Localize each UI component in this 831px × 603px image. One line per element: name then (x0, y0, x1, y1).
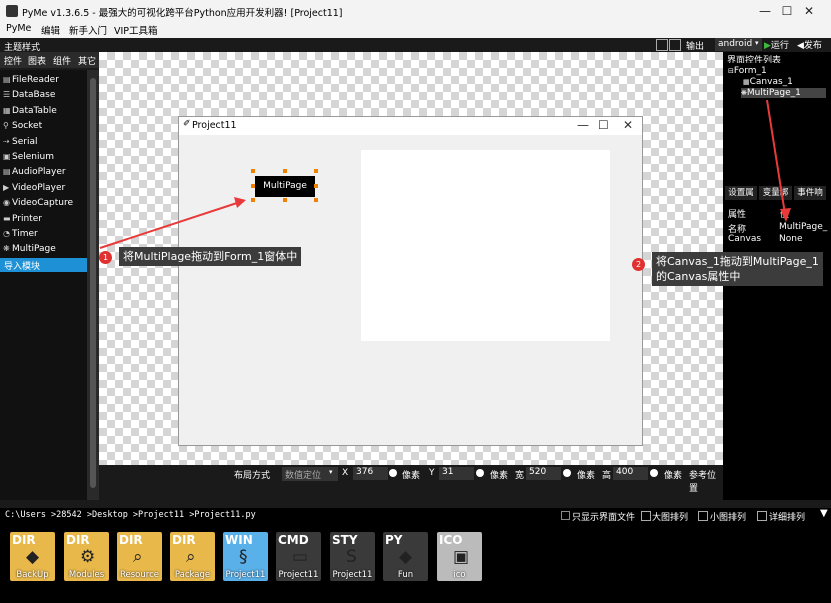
file-name: Fun (397, 570, 414, 580)
file-name: Project11 (225, 570, 266, 580)
collapse-icon[interactable]: ▼ (820, 508, 828, 519)
file-type-tag: DIR (172, 533, 196, 547)
annotation-number: 1 (99, 251, 112, 264)
file-icon: ⚙ (80, 547, 96, 567)
file-icon: ◆ (26, 547, 40, 567)
file-name: Modules (68, 570, 105, 580)
file-type-tag: STY (332, 533, 358, 547)
file-icon: ◆ (399, 547, 413, 567)
file-item[interactable]: STY S Project11 (330, 532, 375, 581)
file-item[interactable]: DIR ◆ BackUp (10, 532, 55, 581)
annotation-line: 的Canvas属性中 (656, 270, 741, 283)
path-bar: C:\Users >28542 >Desktop >Project11 >Pro… (0, 508, 831, 523)
small-view-icon[interactable] (698, 511, 708, 521)
file-item[interactable]: DIR ⚙ Modules (64, 532, 109, 581)
file-icon: ⌕ (133, 547, 143, 567)
file-type-tag: PY (385, 533, 403, 547)
file-name: Package (174, 570, 211, 580)
file-type-tag: DIR (66, 533, 90, 547)
file-item[interactable]: PY ◆ Fun (383, 532, 428, 581)
annotation-number: 2 (632, 258, 645, 271)
file-icon: ▭ (292, 547, 309, 567)
file-item[interactable]: WIN § Project11 (223, 532, 268, 581)
file-name: Project11 (332, 570, 373, 580)
file-type-tag: ICO (439, 533, 463, 547)
file-name: Resource (120, 570, 159, 580)
file-icon: ▣ (453, 547, 470, 567)
file-type-tag: WIN (225, 533, 253, 547)
file-name: BackUp (16, 570, 49, 580)
file-type-tag: DIR (119, 533, 143, 547)
file-name: ico (453, 570, 466, 580)
file-icon: S (346, 547, 357, 567)
detail-view-icon[interactable] (757, 511, 767, 521)
annotation-tip: 将MultiPlage拖动到Form_1窗体中 (119, 247, 302, 266)
large-view-icon[interactable] (641, 511, 651, 521)
only-ui-checkbox[interactable] (561, 511, 570, 520)
file-item[interactable]: DIR ⌕ Resource (117, 532, 162, 581)
file-type-tag: DIR (12, 533, 36, 547)
file-item[interactable]: ICO ▣ ico (437, 532, 482, 581)
annotation-tip: 将Canvas_1拖动到MultiPage_1 的Canvas属性中 (652, 252, 823, 286)
file-icon: ⌕ (186, 547, 196, 567)
file-icon: § (239, 547, 248, 567)
file-name: Project11 (278, 570, 319, 580)
breadcrumb[interactable]: C:\Users >28542 >Desktop >Project11 >Pro… (5, 510, 256, 520)
annotation-line: 将Canvas_1拖动到MultiPage_1 (656, 255, 819, 268)
file-type-tag: CMD (278, 533, 309, 547)
file-item[interactable]: CMD ▭ Project11 (276, 532, 321, 581)
file-item[interactable]: DIR ⌕ Package (170, 532, 215, 581)
